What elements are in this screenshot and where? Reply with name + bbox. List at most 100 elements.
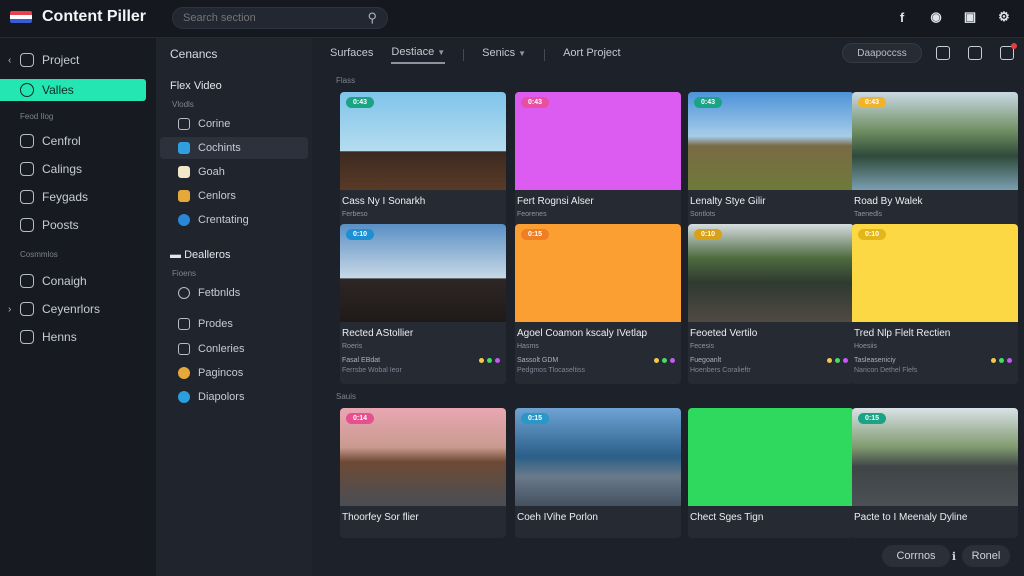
display-icon bbox=[178, 391, 190, 403]
tab-label: Destiace bbox=[391, 46, 435, 58]
tab-aort-project[interactable]: Aort Project bbox=[563, 47, 620, 63]
video-card[interactable]: 0:10 Rected AStollier Roeris Fasal EBdat Fer… bbox=[340, 224, 506, 384]
section-label: Flass bbox=[336, 76, 356, 85]
tab-surfaces[interactable]: Surfaces bbox=[330, 47, 373, 63]
sidebar-item-valles[interactable]: Valles bbox=[0, 79, 146, 101]
controls-button[interactable]: Corrnos bbox=[882, 545, 950, 567]
content-icon bbox=[178, 142, 190, 154]
panel-item[interactable]: Goah bbox=[160, 161, 308, 183]
dribbble-icon[interactable]: ▣ bbox=[962, 9, 978, 25]
card-subtitle: Feorenes bbox=[517, 211, 547, 218]
color-dot bbox=[991, 358, 996, 363]
posts-icon bbox=[20, 218, 34, 232]
card-title: Chect Sges Tign bbox=[690, 512, 764, 523]
sidebar-item-conaigh[interactable]: Conaigh bbox=[0, 270, 156, 292]
search-bar[interactable]: ⚲ bbox=[172, 7, 388, 29]
card-subtitle: Hoesiis bbox=[854, 343, 877, 350]
card-meta: Fuegoanlt bbox=[690, 357, 722, 364]
video-card[interactable]: 0:15 Pacte to I Meenaly Dyline bbox=[852, 408, 1018, 538]
search-icon[interactable]: ⚲ bbox=[367, 10, 377, 26]
tab-destiace[interactable]: Destiace ▼ bbox=[391, 46, 446, 64]
card-subtitle: Ferbeso bbox=[342, 211, 368, 218]
tab-bar: Surfaces Destiace ▼ Senics ▼ Aort Project bbox=[330, 46, 621, 64]
panel-item-label: Conleries bbox=[198, 343, 245, 355]
duration-badge: 0:43 bbox=[521, 97, 550, 108]
panel-group-subtitle: Fioens bbox=[172, 269, 197, 278]
panel-item[interactable]: Cochints bbox=[160, 137, 308, 159]
instagram-icon[interactable]: ◉ bbox=[928, 9, 944, 25]
profiles-icon bbox=[178, 318, 190, 330]
sidebar-item-feygads[interactable]: Feygads bbox=[0, 186, 156, 208]
video-card[interactable]: 0:14 Thoorfey Sor flier bbox=[340, 408, 506, 538]
fields-icon bbox=[178, 287, 190, 299]
card-title: Lenalty Stye Gilir bbox=[690, 196, 766, 207]
panel-item[interactable]: Diapolors bbox=[160, 386, 308, 408]
app-name: Content Piller bbox=[42, 8, 147, 25]
sidebar-item-poosts[interactable]: Poosts bbox=[0, 214, 156, 236]
tab-label: Senics bbox=[482, 47, 516, 59]
menu-icon: ▬ bbox=[170, 249, 185, 261]
search-input[interactable] bbox=[183, 12, 368, 24]
info-icon[interactable]: ℹ bbox=[946, 545, 962, 567]
top-bar: Content Piller ⚲ f ◉ ▣ ⚙ bbox=[0, 0, 1024, 38]
panel-item[interactable]: Crentating bbox=[160, 209, 308, 231]
edit-icon[interactable] bbox=[936, 46, 950, 60]
sidebar: ‹ Project Valles Feod Ilog Cenfrol Calin… bbox=[0, 38, 156, 576]
sidebar-item-label: Poosts bbox=[42, 218, 79, 232]
share-icon[interactable] bbox=[968, 46, 982, 60]
video-card[interactable]: 0:10 Feoeted Vertilo Fecesis Fuegoanlt Hoenb… bbox=[688, 224, 854, 384]
brand[interactable]: Content Piller bbox=[10, 8, 146, 26]
chevron-down-icon: ▼ bbox=[518, 49, 527, 58]
sidebar-section-label: Cosmmlos bbox=[20, 250, 58, 259]
sidebar-item-label: Cenfrol bbox=[42, 134, 81, 148]
toolbar-icons bbox=[936, 43, 1017, 60]
card-meta-secondary: Hoenbers Coralieftr bbox=[690, 367, 751, 374]
panel-item-label: Fetbnlds bbox=[198, 287, 241, 299]
color-dot bbox=[843, 358, 848, 363]
video-thumbnail[interactable] bbox=[688, 408, 854, 506]
sidebar-item-cenfrol[interactable]: Cenfrol bbox=[0, 130, 156, 152]
sidebar-item-label: Feygads bbox=[42, 190, 89, 204]
settings-icon[interactable]: ⚙ bbox=[996, 9, 1012, 25]
panel-item-label: Diapolors bbox=[198, 391, 245, 403]
color-dot bbox=[495, 358, 500, 363]
panel-item[interactable]: Cenlors bbox=[160, 185, 308, 207]
secondary-panel: Cenancs Flex Video Vlodls Corine Cochint… bbox=[156, 38, 312, 576]
color-dots bbox=[991, 358, 1012, 363]
video-card[interactable]: 0:15 Agoel Coamon kscaly IVetlap Hasms Sass… bbox=[515, 224, 681, 384]
dispatch-button[interactable]: Daapoccss bbox=[842, 43, 922, 63]
chevron-right-icon: › bbox=[8, 303, 12, 315]
sidebar-item-calings[interactable]: Calings bbox=[0, 158, 156, 180]
card-title: Fert Rognsi Alser bbox=[517, 196, 594, 207]
sidebar-item-henns[interactable]: Henns bbox=[0, 326, 156, 348]
color-dot bbox=[999, 358, 1004, 363]
panel-group-subtitle: Vlodls bbox=[172, 100, 194, 109]
chevron-down-icon: ▼ bbox=[437, 48, 446, 57]
card-subtitle: Roeris bbox=[342, 343, 363, 350]
color-dots bbox=[654, 358, 675, 363]
card-subtitle: Hasms bbox=[517, 343, 539, 350]
notification-icon[interactable] bbox=[1000, 43, 1017, 60]
panel-item[interactable]: Conleries bbox=[160, 338, 308, 360]
panel-item[interactable]: Pagincos bbox=[160, 362, 308, 384]
panel-item[interactable]: Corine bbox=[160, 113, 308, 135]
card-meta: Fasal EBdat bbox=[342, 357, 381, 364]
video-card[interactable]: 0:10 Tred Nlp Flelt Rectien Hoesiis Tasleas… bbox=[852, 224, 1018, 384]
sidebar-item-label: Henns bbox=[42, 330, 77, 344]
pages-icon bbox=[178, 367, 190, 379]
sidebar-item-project[interactable]: ‹ Project bbox=[0, 49, 156, 71]
panel-group-title: Flex Video bbox=[170, 80, 222, 92]
panel-item[interactable]: Prodes bbox=[160, 313, 308, 335]
content-icon bbox=[20, 134, 34, 148]
card-title: Coeh IVihe Porlon bbox=[517, 512, 598, 523]
video-card[interactable]: Chect Sges Tign bbox=[688, 408, 854, 538]
panel-button[interactable]: Ronel bbox=[962, 545, 1010, 567]
tab-senics[interactable]: Senics ▼ bbox=[482, 47, 526, 63]
sidebar-item-label: Calings bbox=[42, 162, 83, 176]
facebook-icon[interactable]: f bbox=[894, 9, 910, 25]
calendar-icon bbox=[20, 162, 34, 176]
sidebar-item-ceyenrlors[interactable]: › Ceyenrlors bbox=[0, 298, 156, 320]
panel-item[interactable]: Fetbnlds bbox=[160, 282, 308, 304]
panel-item-label: Cenlors bbox=[198, 190, 236, 202]
video-card[interactable]: 0:15 Coeh IVihe Porlon bbox=[515, 408, 681, 538]
